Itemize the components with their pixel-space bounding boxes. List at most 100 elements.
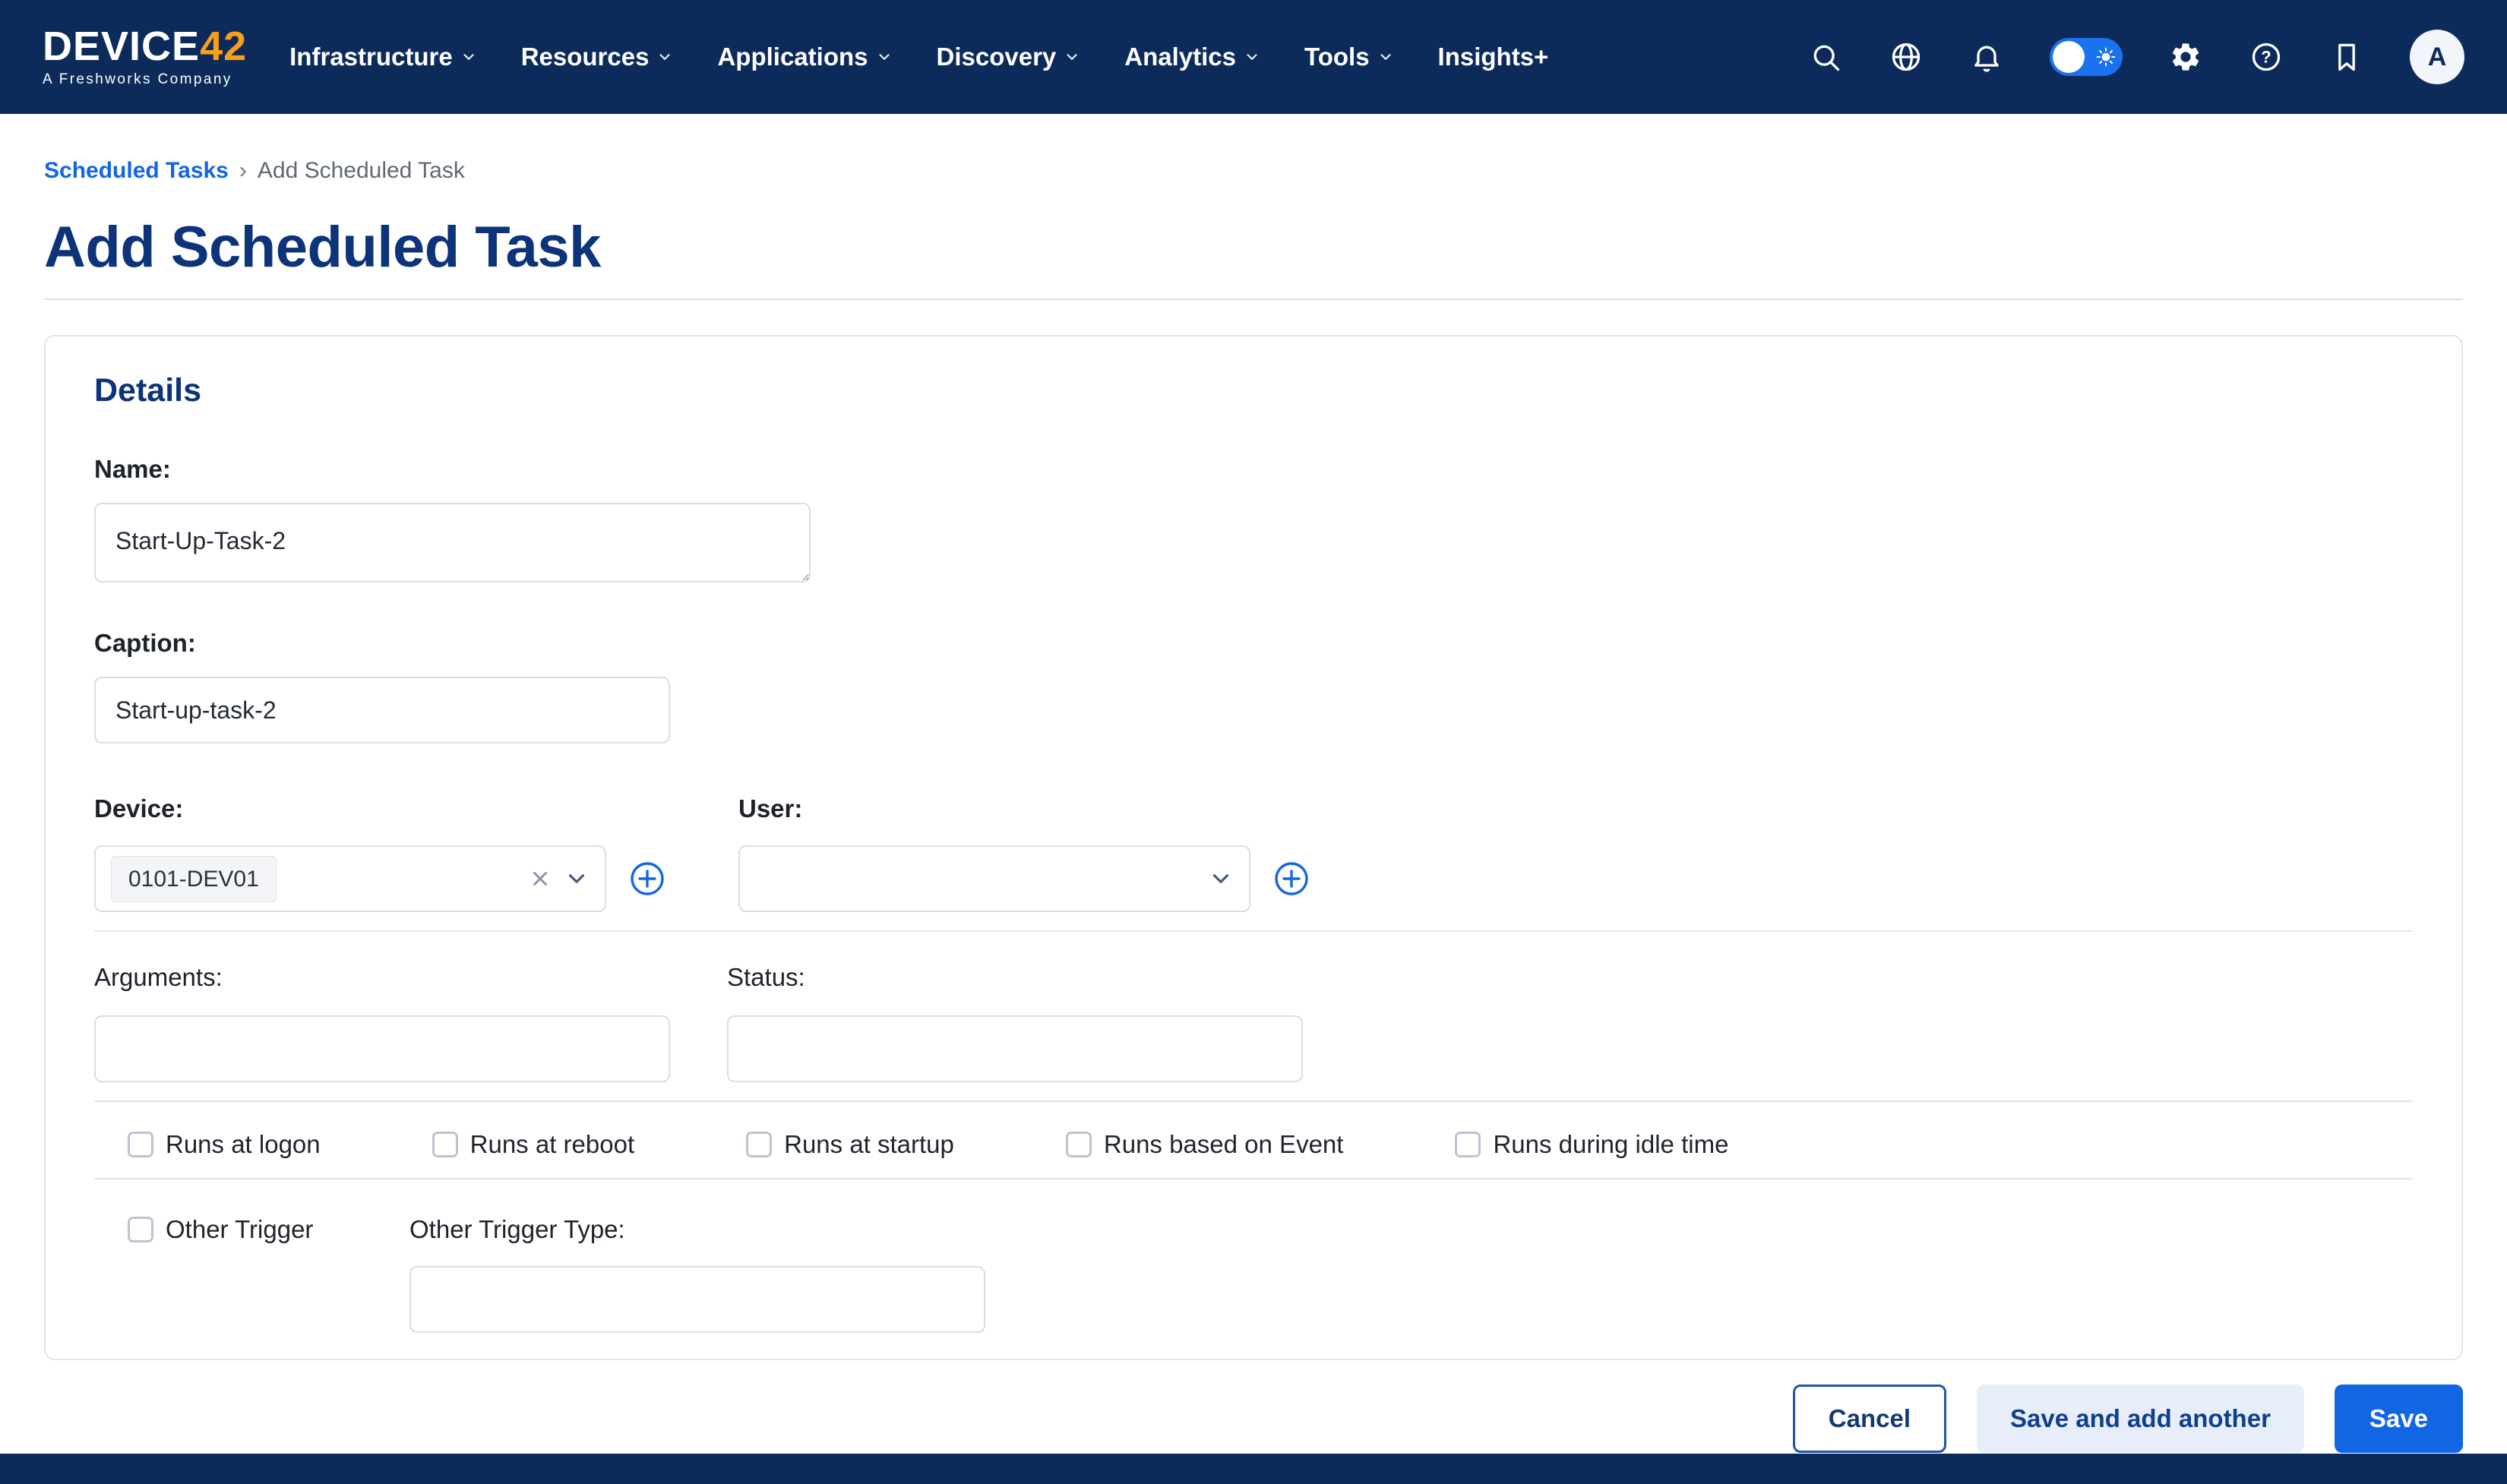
checkbox-runs-during-idle-time[interactable]: Runs during idle time	[1455, 1129, 1728, 1160]
notifications-bell-icon[interactable]	[1969, 39, 2004, 74]
nav-infrastructure-label: Infrastructure	[289, 43, 453, 71]
nav-resources[interactable]: Resources	[521, 43, 674, 71]
page-title: Add Scheduled Task	[44, 214, 2463, 280]
page-content: Scheduled Tasks › Add Scheduled Task Add…	[0, 158, 2507, 1453]
checkbox-box[interactable]	[1066, 1132, 1092, 1157]
cancel-button[interactable]: Cancel	[1793, 1385, 1946, 1453]
checkbox-label: Other Trigger	[166, 1214, 313, 1245]
checkbox-box[interactable]	[432, 1132, 458, 1157]
bottom-footer-bar	[0, 1454, 2507, 1484]
save-button[interactable]: Save	[2335, 1385, 2463, 1453]
details-card: Details Name: Start-Up-Task-2 Caption: D…	[44, 335, 2463, 1360]
divider	[94, 930, 2413, 932]
theme-toggle-knob	[2053, 41, 2085, 73]
other-trigger-type-label: Other Trigger Type:	[409, 1214, 985, 1245]
device-select-chevron-icon[interactable]	[564, 866, 590, 892]
checkbox-other-trigger[interactable]: Other Trigger	[128, 1214, 313, 1245]
user-avatar[interactable]: A	[2410, 30, 2464, 84]
nav-resources-label: Resources	[521, 43, 650, 71]
breadcrumb: Scheduled Tasks › Add Scheduled Task	[44, 158, 2463, 184]
breadcrumb-current: Add Scheduled Task	[258, 158, 465, 184]
nav-tools-label: Tools	[1304, 43, 1370, 71]
status-label: Status:	[727, 962, 1303, 993]
brand-tagline: A Freshworks Company	[43, 71, 247, 88]
checkbox-label: Runs at logon	[166, 1129, 321, 1160]
device-chip[interactable]: 0101-DEV01	[111, 856, 277, 902]
bookmark-icon[interactable]	[2329, 39, 2364, 74]
add-user-button[interactable]	[1273, 860, 1310, 897]
arguments-field: Arguments:	[94, 962, 727, 1082]
section-title-details: Details	[94, 371, 2413, 410]
navbar-icon-group: ? A	[1808, 30, 2464, 84]
checkbox-box[interactable]	[128, 1217, 153, 1242]
checkbox-runs-at-logon[interactable]: Runs at logon	[128, 1129, 321, 1160]
name-label: Name:	[94, 454, 2413, 485]
breadcrumb-scheduled-tasks-link[interactable]: Scheduled Tasks	[44, 158, 229, 184]
nav-infrastructure[interactable]: Infrastructure	[289, 43, 477, 71]
name-input[interactable]: Start-Up-Task-2	[94, 503, 811, 583]
chevron-down-icon	[1244, 49, 1260, 65]
chevron-down-icon	[1377, 49, 1394, 65]
status-input[interactable]	[727, 1015, 1303, 1082]
checkbox-label: Runs during idle time	[1493, 1129, 1728, 1160]
sun-icon	[2096, 47, 2116, 67]
arguments-input[interactable]	[94, 1015, 670, 1082]
arguments-label: Arguments:	[94, 962, 727, 993]
checkbox-label: Runs at reboot	[470, 1129, 634, 1160]
checkbox-box[interactable]	[128, 1132, 153, 1157]
device-clear-icon[interactable]	[529, 867, 552, 890]
form-actions: Cancel Save and add another Save	[44, 1385, 2463, 1453]
nav-applications[interactable]: Applications	[717, 43, 892, 71]
save-and-add-another-button[interactable]: Save and add another	[1977, 1385, 2304, 1453]
user-select-chevron-icon[interactable]	[1208, 866, 1234, 892]
other-trigger-type-input[interactable]	[409, 1266, 985, 1333]
nav-discovery[interactable]: Discovery	[937, 43, 1081, 71]
svg-text:?: ?	[2261, 48, 2271, 67]
nav-analytics-label: Analytics	[1124, 43, 1236, 71]
nav-insights-plus[interactable]: Insights+	[1438, 43, 1549, 71]
device-select[interactable]: 0101-DEV01	[94, 845, 606, 912]
checkbox-box[interactable]	[1455, 1132, 1481, 1157]
checkbox-runs-at-startup[interactable]: Runs at startup	[746, 1129, 954, 1160]
nav-tools[interactable]: Tools	[1304, 43, 1394, 71]
main-nav: Infrastructure Resources Applications Di…	[289, 43, 1548, 71]
top-navbar: DEVICE42 A Freshworks Company Infrastruc…	[0, 0, 2507, 114]
chevron-down-icon	[460, 49, 477, 65]
checkbox-label: Runs at startup	[784, 1129, 954, 1160]
caption-input[interactable]	[94, 677, 670, 744]
checkbox-runs-based-on-event[interactable]: Runs based on Event	[1066, 1129, 1344, 1160]
nav-applications-label: Applications	[717, 43, 868, 71]
brand-device-text: DEVICE	[43, 24, 200, 69]
checkbox-box[interactable]	[746, 1132, 772, 1157]
device-field: Device: 0101-DEV01	[94, 794, 738, 912]
add-device-button[interactable]	[629, 860, 665, 897]
user-label: User:	[738, 794, 1310, 824]
chevron-down-icon	[656, 49, 673, 65]
nav-analytics[interactable]: Analytics	[1124, 43, 1260, 71]
caption-label: Caption:	[94, 628, 2413, 658]
user-field: User:	[738, 794, 1310, 912]
brand-logo[interactable]: DEVICE42 A Freshworks Company	[43, 26, 247, 88]
settings-gear-icon[interactable]	[2168, 39, 2203, 74]
breadcrumb-separator: ›	[239, 158, 247, 184]
status-field: Status:	[727, 962, 1303, 1082]
device-user-row: Device: 0101-DEV01 User:	[94, 794, 2413, 912]
run-triggers-row: Runs at logon Runs at reboot Runs at sta…	[94, 1129, 2413, 1160]
other-trigger-row: Other Trigger Other Trigger Type:	[94, 1214, 2413, 1333]
checkbox-label: Runs based on Event	[1104, 1129, 1344, 1160]
help-icon[interactable]: ?	[2249, 39, 2284, 74]
title-divider	[44, 298, 2463, 300]
chevron-down-icon	[876, 49, 893, 65]
arguments-status-row: Arguments: Status:	[94, 962, 2413, 1082]
other-trigger-type-field: Other Trigger Type:	[409, 1214, 985, 1333]
checkbox-runs-at-reboot[interactable]: Runs at reboot	[432, 1129, 634, 1160]
theme-toggle[interactable]	[2050, 38, 2123, 76]
nav-discovery-label: Discovery	[937, 43, 1057, 71]
globe-icon[interactable]	[1889, 39, 1924, 74]
divider	[94, 1100, 2413, 1102]
user-select[interactable]	[738, 845, 1250, 912]
device-label: Device:	[94, 794, 738, 824]
divider	[94, 1178, 2413, 1179]
search-icon[interactable]	[1808, 39, 1843, 74]
brand-wordmark: DEVICE42	[43, 26, 247, 67]
